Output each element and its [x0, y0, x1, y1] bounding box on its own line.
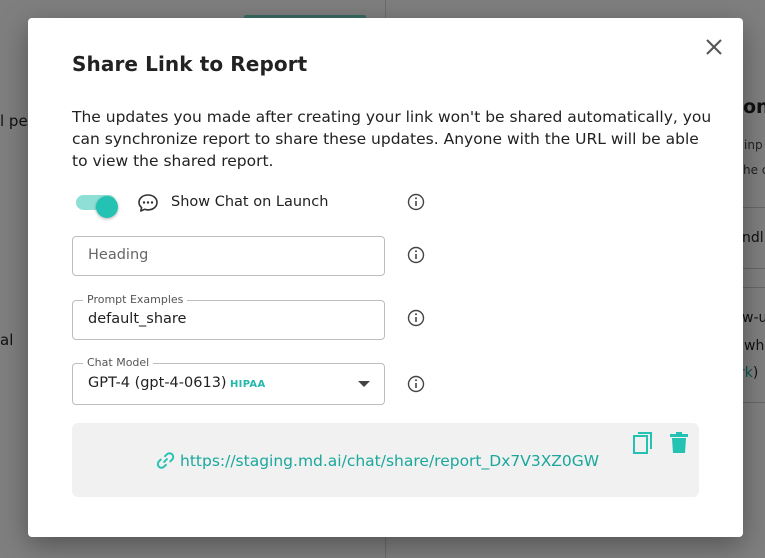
dialog-description: The updates you made after creating your…	[72, 108, 712, 170]
copy-icon[interactable]	[632, 431, 654, 455]
prompt-examples-field[interactable]: Prompt Examples	[72, 293, 385, 340]
close-button[interactable]	[703, 36, 725, 58]
chat-model-label: Chat Model	[83, 356, 154, 369]
chat-bubble-icon	[138, 194, 158, 212]
show-chat-info-icon[interactable]	[407, 193, 425, 211]
heading-info-icon[interactable]	[407, 246, 425, 264]
heading-input[interactable]	[88, 247, 368, 263]
share-link-box: https://staging.md.ai/chat/share/report_…	[72, 423, 699, 497]
show-chat-row: Show Chat on Launch	[76, 190, 436, 218]
share-url-link[interactable]: https://staging.md.ai/chat/share/report_…	[180, 452, 599, 470]
dialog-title: Share Link to Report	[72, 52, 308, 76]
dropdown-arrow-icon[interactable]	[358, 381, 370, 387]
share-link-dialog: Share Link to Report The updates you mad…	[28, 18, 743, 537]
link-icon	[156, 452, 175, 469]
chat-model-value: GPT-4 (gpt-4-0613)	[88, 375, 227, 391]
toggle-thumb[interactable]	[96, 196, 118, 218]
chat-model-info-icon[interactable]	[407, 375, 425, 393]
show-chat-toggle[interactable]	[76, 195, 118, 218]
prompt-examples-input[interactable]	[88, 311, 368, 327]
show-chat-label: Show Chat on Launch	[171, 194, 329, 210]
prompt-examples-label: Prompt Examples	[83, 293, 188, 306]
close-icon	[706, 39, 722, 55]
hipaa-badge: HIPAA	[230, 379, 266, 390]
chat-model-select[interactable]: Chat Model GPT-4 (gpt-4-0613) HIPAA	[72, 356, 385, 405]
prompt-examples-info-icon[interactable]	[407, 309, 425, 327]
trash-icon[interactable]	[669, 431, 689, 455]
heading-field[interactable]	[72, 236, 385, 276]
